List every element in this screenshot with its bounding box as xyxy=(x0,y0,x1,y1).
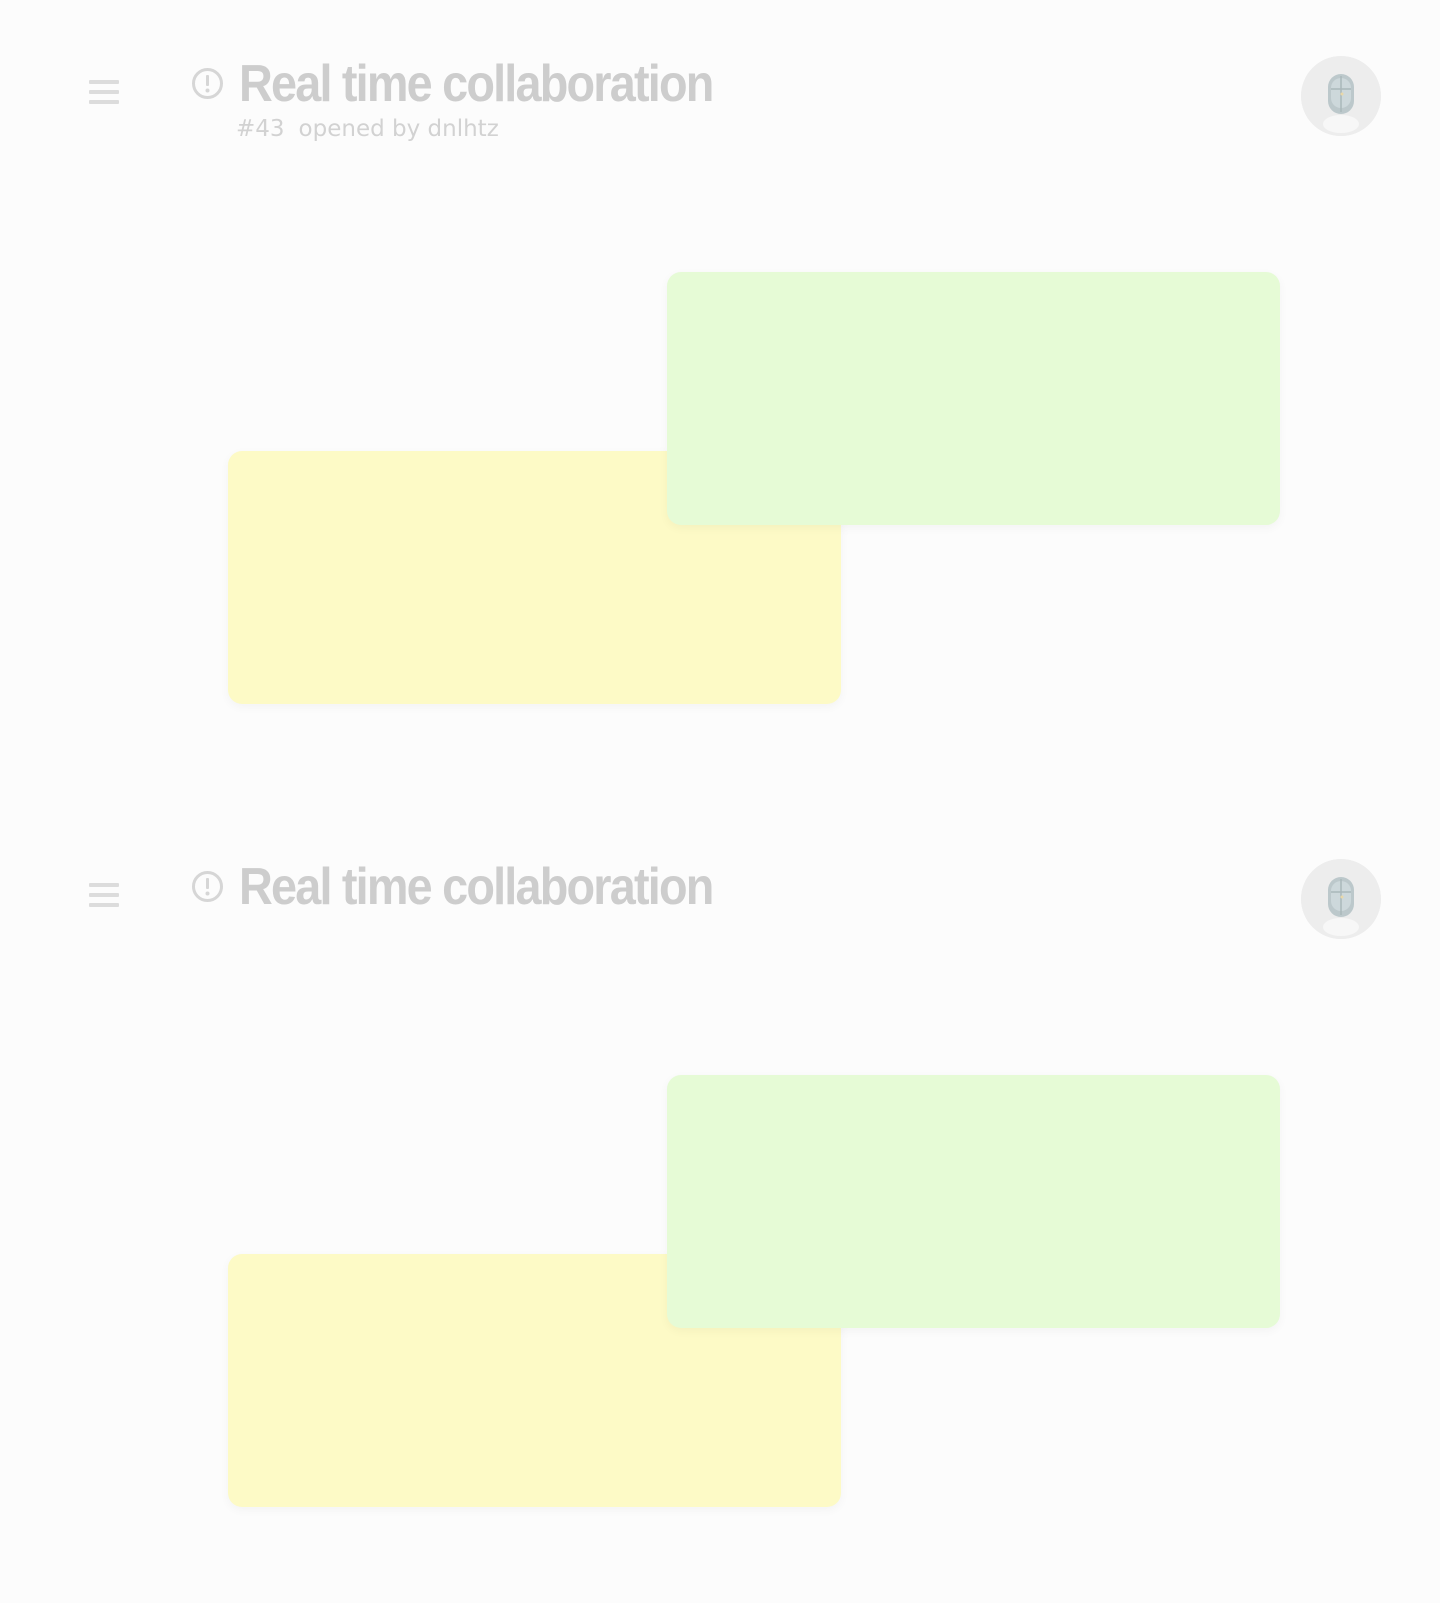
user-avatar[interactable] xyxy=(1301,859,1381,939)
menu-line xyxy=(89,903,119,907)
avatar-image xyxy=(1301,859,1381,939)
issue-open-icon xyxy=(192,68,223,99)
issue-opened-by: opened by dnlhtz xyxy=(298,116,499,142)
green-card xyxy=(667,272,1280,525)
avatar-image xyxy=(1301,56,1381,136)
issue-title: Real time collaboration xyxy=(239,55,714,113)
user-avatar[interactable] xyxy=(1301,56,1381,136)
green-card xyxy=(667,1075,1280,1328)
issue-open-icon xyxy=(192,871,223,902)
menu-line xyxy=(89,90,119,94)
hamburger-menu-icon[interactable] xyxy=(89,883,119,911)
issue-title: Real time collaboration xyxy=(239,858,714,916)
hamburger-menu-icon[interactable] xyxy=(89,80,119,108)
menu-line xyxy=(89,883,119,887)
issue-frame-1: Real time collaboration #43 opened by dnl… xyxy=(0,0,1440,800)
menu-line xyxy=(89,80,119,84)
issue-meta: #43 opened by dnlhtz xyxy=(236,116,499,142)
issue-number: #43 xyxy=(236,116,285,142)
menu-line xyxy=(89,100,119,104)
menu-line xyxy=(89,893,119,897)
issue-frame-2: Real time collaboration xyxy=(0,803,1440,1603)
